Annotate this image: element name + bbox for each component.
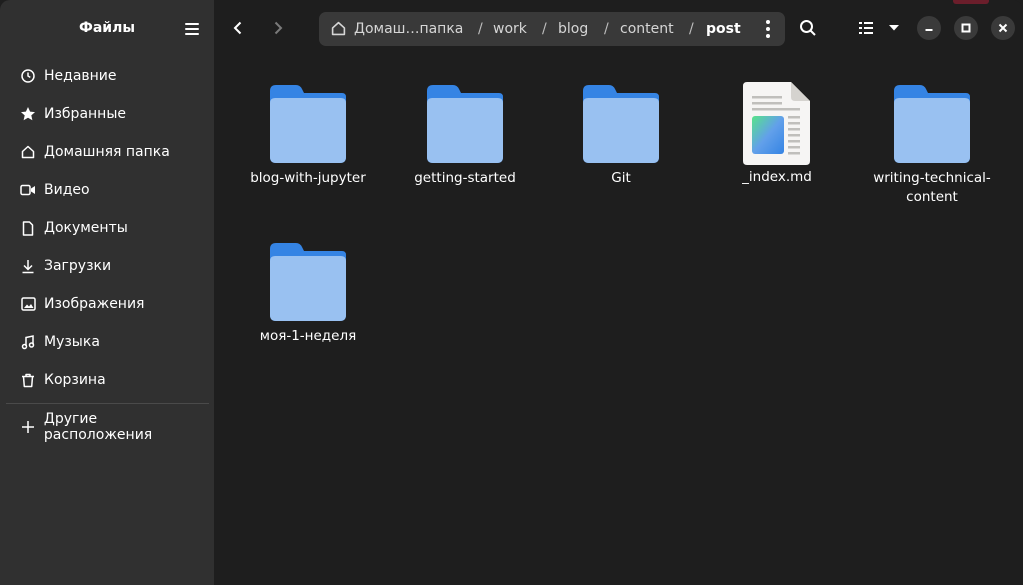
breadcrumb-content[interactable]: content <box>620 21 674 37</box>
sidebar-item-label: Избранные <box>44 106 126 122</box>
chevron-down-icon <box>889 25 899 31</box>
image-icon <box>20 296 36 312</box>
sidebar-item-label: Домашняя папка <box>44 144 170 160</box>
menu-icon <box>185 23 199 25</box>
sidebar-divider <box>6 403 209 404</box>
file-manager-window: Файлы Недавние Избранные Домашняя папка … <box>0 0 1023 585</box>
menu-icon-line <box>185 33 199 35</box>
close-icon <box>998 23 1008 33</box>
download-icon <box>20 258 36 274</box>
file-name: getting-started <box>414 170 516 186</box>
folder-item[interactable]: blog-with-jupyter <box>243 83 373 188</box>
back-button[interactable] <box>224 14 252 42</box>
more-vertical-icon <box>766 20 770 24</box>
folder-icon <box>270 243 346 321</box>
more-vertical-icon-dot <box>766 27 770 31</box>
breadcrumb-separator: / <box>604 21 609 37</box>
folder-item[interactable]: моя-1-неделя <box>243 241 373 346</box>
more-vertical-icon-dot <box>766 34 770 38</box>
sidebar-list: Недавние Избранные Домашняя папка Видео <box>6 57 209 446</box>
document-icon <box>20 220 36 236</box>
sidebar-item-label: Изображения <box>44 296 145 312</box>
forward-button[interactable] <box>264 14 292 42</box>
file-grid: blog-with-jupyter getting-started Git _i… <box>214 57 1023 585</box>
sidebar-item-label: Музыка <box>44 334 100 350</box>
path-menu-button[interactable] <box>761 20 775 38</box>
breadcrumb-blog[interactable]: blog <box>558 21 588 37</box>
home-icon <box>331 21 346 40</box>
sidebar-item-starred[interactable]: Избранные <box>6 95 209 133</box>
path-bar: Домаш…папка / work / blog / content / po… <box>319 12 785 46</box>
sidebar-item-label: Корзина <box>44 372 106 388</box>
view-list-button[interactable] <box>852 14 880 42</box>
chevron-left-icon <box>233 21 242 35</box>
folder-item[interactable]: writing-technical- content <box>867 83 997 207</box>
sidebar-header: Файлы <box>0 0 214 57</box>
folder-icon <box>583 85 659 163</box>
file-name-line: content <box>906 189 958 205</box>
breadcrumb-separator: / <box>542 21 547 37</box>
header-bar: Домаш…папка / work / blog / content / po… <box>214 0 1023 57</box>
breadcrumb-work[interactable]: work <box>493 21 527 37</box>
minimize-button[interactable] <box>917 16 941 40</box>
sidebar-item-trash[interactable]: Корзина <box>6 361 209 399</box>
file-name: writing-technical- content <box>867 169 997 207</box>
plus-icon <box>20 419 36 435</box>
breadcrumb-home[interactable]: Домаш…папка <box>354 21 463 37</box>
search-button[interactable] <box>794 14 822 42</box>
markdown-file-icon <box>743 82 810 165</box>
file-name: Git <box>611 170 631 186</box>
folder-icon <box>427 85 503 163</box>
maximize-button[interactable] <box>954 16 978 40</box>
sidebar-item-videos[interactable]: Видео <box>6 171 209 209</box>
video-icon <box>20 182 36 198</box>
breadcrumb-separator: / <box>478 21 483 37</box>
window-edge-accent <box>953 0 989 4</box>
star-icon <box>20 106 36 122</box>
sidebar-item-recent[interactable]: Недавние <box>6 57 209 95</box>
minimize-icon <box>925 29 933 31</box>
folder-icon <box>894 85 970 163</box>
home-icon <box>20 144 36 160</box>
sidebar-item-label: Другие расположения <box>43 411 153 443</box>
folder-item[interactable]: Git <box>556 83 686 188</box>
breadcrumb-post[interactable]: post <box>706 21 741 37</box>
sidebar-item-music[interactable]: Музыка <box>6 323 209 361</box>
sidebar-item-label: Недавние <box>44 68 117 84</box>
clock-icon <box>20 68 36 84</box>
folder-icon <box>270 85 346 163</box>
file-name: моя-1-неделя <box>259 328 357 344</box>
search-icon <box>800 20 816 36</box>
sidebar-item-home[interactable]: Домашняя папка <box>6 133 209 171</box>
sidebar-item-other-locations[interactable]: Другие расположения <box>6 408 209 446</box>
sidebar-item-documents[interactable]: Документы <box>6 209 209 247</box>
sidebar-item-label: Документы <box>44 220 128 236</box>
list-view-icon <box>859 22 873 34</box>
file-name: _index.md <box>742 169 812 185</box>
main-menu-button[interactable] <box>178 16 206 42</box>
trash-icon <box>20 372 36 388</box>
sidebar-item-label: Видео <box>44 182 90 198</box>
chevron-right-icon <box>274 21 283 35</box>
sidebar-item-label: Загрузки <box>44 258 112 274</box>
file-item[interactable]: _index.md <box>712 82 842 187</box>
file-name: blog-with-jupyter <box>250 170 366 186</box>
view-options-button[interactable] <box>880 14 908 42</box>
close-button[interactable] <box>991 16 1015 40</box>
sidebar: Файлы Недавние Избранные Домашняя папка … <box>0 0 214 585</box>
sidebar-item-pictures[interactable]: Изображения <box>6 285 209 323</box>
menu-icon-line <box>185 28 199 30</box>
file-name-line: writing-technical- <box>873 170 991 186</box>
music-icon <box>20 334 36 350</box>
folder-item[interactable]: getting-started <box>400 83 530 188</box>
breadcrumb-separator: / <box>689 21 694 37</box>
sidebar-item-downloads[interactable]: Загрузки <box>6 247 209 285</box>
maximize-icon <box>961 23 971 33</box>
